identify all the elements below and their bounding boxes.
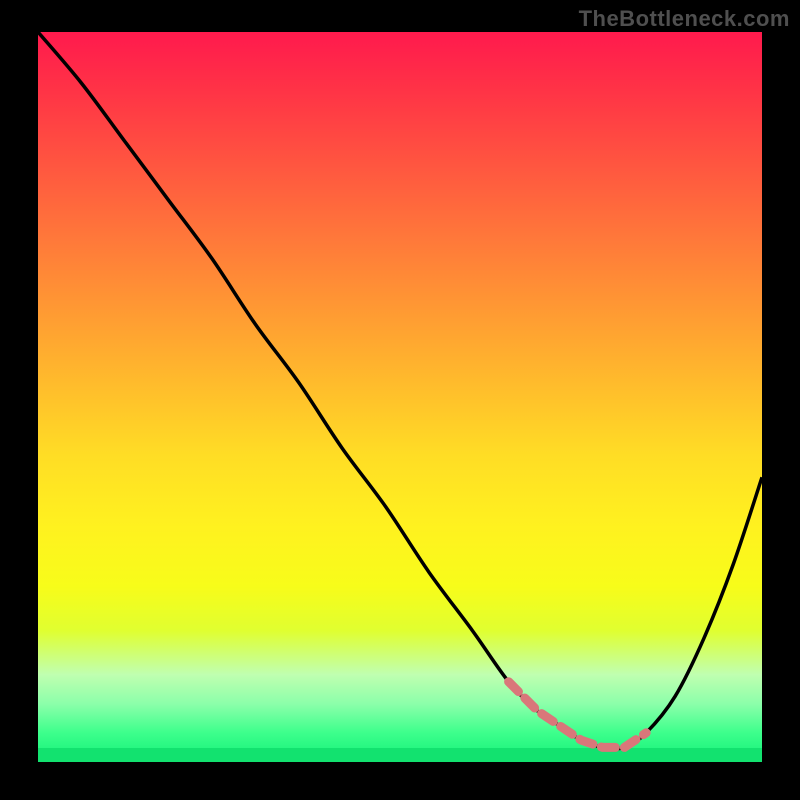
watermark-text: TheBottleneck.com	[579, 6, 790, 32]
chart-container: TheBottleneck.com	[0, 0, 800, 800]
plot-area	[38, 32, 762, 762]
curve-layer	[38, 32, 762, 762]
bottleneck-curve	[38, 32, 762, 749]
optimal-band-marker	[509, 682, 647, 748]
